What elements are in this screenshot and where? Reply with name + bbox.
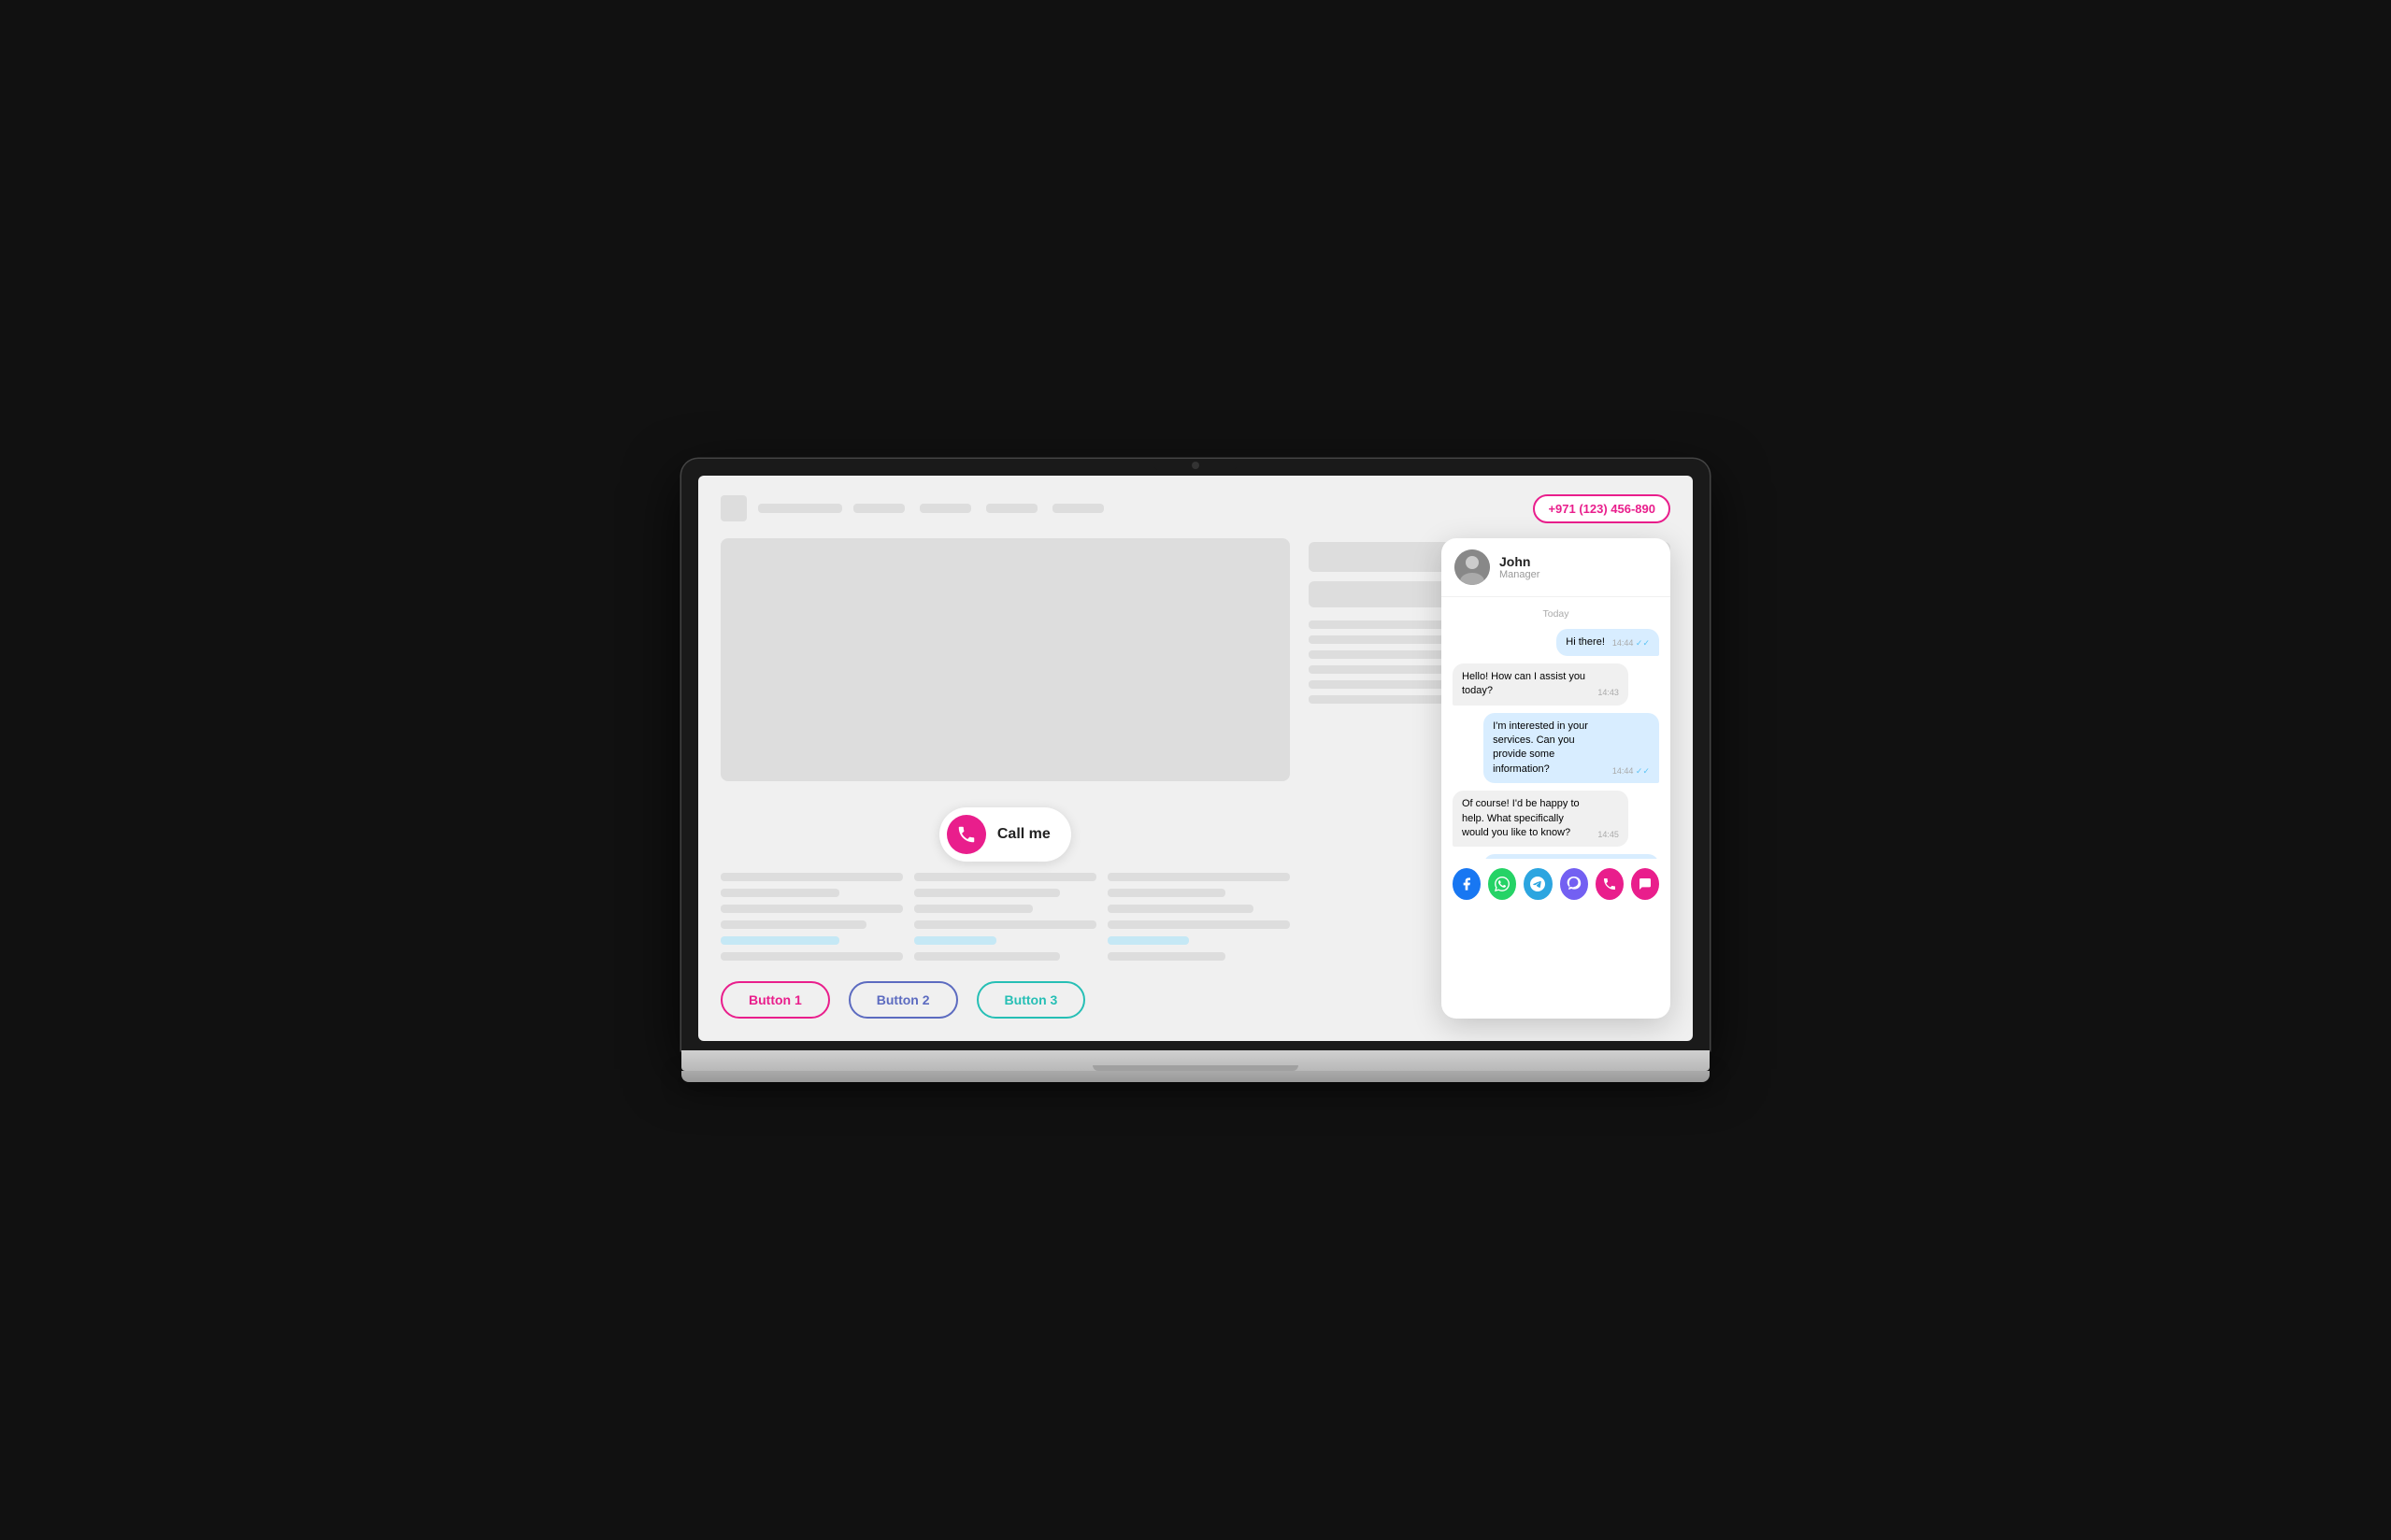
laptop-notch: [1153, 459, 1238, 472]
call-me-text: Call me: [997, 826, 1051, 843]
line-placeholder: [1108, 905, 1253, 913]
content-wrapper: Call me: [721, 538, 1670, 1019]
call-me-button[interactable]: Call me: [939, 807, 1071, 862]
col-2: [914, 873, 1096, 961]
message-text: Hello! How can I assist you today?: [1462, 670, 1590, 699]
chat-widget[interactable]: John Manager Today Hi there! 14:: [1441, 538, 1670, 1019]
line-placeholder: [914, 889, 1060, 897]
chat-header: John Manager: [1441, 538, 1670, 597]
agent-info: John Manager: [1499, 554, 1539, 580]
line-placeholder: [1108, 920, 1290, 929]
laptop-foot: [681, 1071, 1710, 1082]
message-bubble: Hello! How can I assist you today? 14:43: [1453, 663, 1628, 706]
nav-item-4: [1052, 504, 1104, 513]
line-placeholder: [1108, 873, 1290, 881]
agent-name: John: [1499, 554, 1539, 569]
laptop-base: [681, 1050, 1710, 1071]
nav-item-1: [853, 504, 905, 513]
button-3[interactable]: Button 3: [977, 981, 1086, 1019]
line-placeholder: [721, 936, 839, 945]
line-placeholder: [721, 889, 839, 897]
read-check: ✓✓: [1636, 638, 1650, 648]
buttons-row: Button 1 Button 2 Button 3: [721, 981, 1290, 1019]
laptop-screen: +971 (123) 456-890: [698, 476, 1693, 1041]
message-bubble: I'm interested in your services. Can you…: [1483, 713, 1659, 784]
three-columns: [721, 873, 1290, 961]
message-text: I'm interested in your services. Can you…: [1493, 720, 1605, 777]
brand-name-placeholder: [758, 504, 842, 513]
chat-bubble-icon[interactable]: [1631, 868, 1659, 900]
col-3: [1108, 873, 1290, 961]
line-placeholder: [914, 920, 1096, 929]
line-placeholder: [1108, 952, 1226, 961]
line-placeholder: [914, 905, 1033, 913]
message-text: Of course! I'd be happy to help. What sp…: [1462, 797, 1590, 840]
line-placeholder: [721, 873, 903, 881]
line-placeholder: [1108, 889, 1226, 897]
logo-placeholder: [721, 495, 747, 521]
button-2[interactable]: Button 2: [849, 981, 958, 1019]
phone-call-icon[interactable]: [1596, 868, 1624, 900]
message-time: 14:44 ✓✓: [1612, 637, 1650, 649]
facebook-icon[interactable]: [1453, 868, 1481, 900]
laptop-container: +971 (123) 456-890: [681, 459, 1710, 1082]
message-row: I'm interested in your services. Can you…: [1453, 713, 1659, 784]
message-bubble: I'm curious about your pricing plans and…: [1483, 854, 1659, 858]
message-row: Hello! How can I assist you today? 14:43: [1453, 663, 1659, 706]
col-1: [721, 873, 903, 961]
laptop-camera: [1192, 462, 1199, 469]
screen-header: +971 (123) 456-890: [721, 494, 1670, 523]
agent-role: Manager: [1499, 569, 1539, 580]
viber-icon[interactable]: [1560, 868, 1588, 900]
nav-items: [853, 504, 1104, 513]
line-placeholder: [914, 952, 1060, 961]
read-check: ✓✓: [1636, 766, 1650, 776]
line-placeholder: [721, 920, 866, 929]
phone-badge[interactable]: +971 (123) 456-890: [1533, 494, 1670, 523]
header-left: [721, 495, 1104, 521]
line-placeholder: [721, 905, 903, 913]
screen-bezel: +971 (123) 456-890: [681, 459, 1710, 1050]
social-icons-row: [1441, 859, 1670, 911]
line-placeholder: [914, 936, 996, 945]
message-row: Of course! I'd be happy to help. What sp…: [1453, 791, 1659, 847]
button-1[interactable]: Button 1: [721, 981, 830, 1019]
call-me-container: Call me: [721, 807, 1290, 862]
message-row: Hi there! 14:44 ✓✓: [1453, 629, 1659, 656]
nav-item-3: [986, 504, 1038, 513]
message-time: 14:43: [1597, 687, 1619, 699]
date-divider: Today: [1453, 608, 1659, 620]
message-time: 14:44 ✓✓: [1612, 765, 1650, 777]
agent-avatar: [1454, 549, 1490, 585]
line-placeholder: [1108, 936, 1190, 945]
message-bubble: Hi there! 14:44 ✓✓: [1556, 629, 1659, 656]
chat-messages: Today Hi there! 14:44 ✓✓: [1441, 597, 1670, 859]
nav-item-2: [920, 504, 971, 513]
telegram-icon[interactable]: [1524, 868, 1552, 900]
left-column: Call me: [721, 538, 1290, 1019]
message-bubble: Of course! I'd be happy to help. What sp…: [1453, 791, 1628, 847]
line-placeholder: [914, 873, 1096, 881]
main-image-placeholder: [721, 538, 1290, 781]
message-text: Hi there!: [1566, 635, 1605, 649]
call-icon: [947, 815, 986, 854]
whatsapp-icon[interactable]: [1488, 868, 1516, 900]
line-placeholder: [721, 952, 903, 961]
message-time: 14:45: [1597, 829, 1619, 841]
